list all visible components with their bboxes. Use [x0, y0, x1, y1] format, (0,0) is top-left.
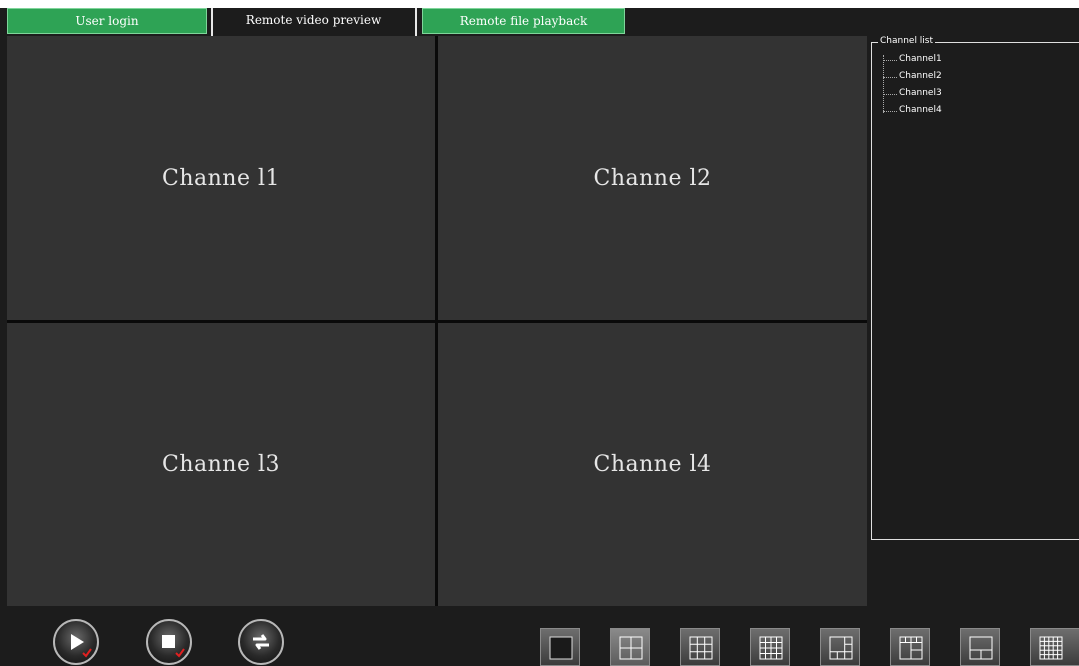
twentyfive-view-icon: [1039, 636, 1063, 660]
video-cell-channel1[interactable]: Channe l1: [7, 36, 435, 320]
six-view-icon: [829, 636, 853, 660]
switch-icon: [253, 634, 269, 650]
nine-view-icon: [689, 636, 713, 660]
channel-list-panel: Channel list Channel1 Channel2 Channel3 …: [871, 36, 1079, 540]
eight-view-icon: [899, 636, 923, 660]
stop-button[interactable]: [146, 619, 192, 665]
layout-1-button[interactable]: [540, 628, 580, 666]
video-cell-label: Channe l2: [593, 165, 712, 191]
layout-8-button[interactable]: [890, 628, 930, 666]
sixteen-view-icon: [759, 636, 783, 660]
tree-line: [883, 55, 884, 113]
tab-remote-video-preview[interactable]: Remote video preview: [215, 8, 412, 34]
video-cell-label: Channe l1: [161, 165, 280, 191]
layout-4-button[interactable]: [610, 628, 650, 666]
tab-bar: User login Remote video preview Remote f…: [0, 8, 1079, 36]
single-view-icon: [549, 636, 573, 660]
video-grid: Channe l1 Channe l2 Channe l3 Channe l4: [7, 36, 867, 606]
quad-view-icon: [619, 636, 643, 660]
play-icon: [71, 634, 92, 658]
tab-user-login[interactable]: User login: [7, 8, 207, 34]
channel-list-title: Channel list: [878, 36, 936, 46]
video-cell-channel4[interactable]: Channe l4: [438, 323, 867, 606]
channel-list-item-label: Channel2: [899, 71, 942, 81]
tab-divider: [211, 8, 213, 36]
layout-25-button[interactable]: [1030, 628, 1079, 666]
play-button[interactable]: [53, 619, 99, 665]
layout-3-button[interactable]: [960, 628, 1000, 666]
channel-list-item-label: Channel3: [899, 88, 942, 98]
video-cell-channel3[interactable]: Channe l3: [7, 323, 435, 606]
tab-remote-file-playback[interactable]: Remote file playback: [422, 8, 625, 34]
stop-icon: [162, 635, 185, 658]
tab-divider: [415, 8, 417, 36]
video-cell-channel2[interactable]: Channe l2: [438, 36, 867, 320]
layout-9-button[interactable]: [680, 628, 720, 666]
video-cell-label: Channe l4: [593, 452, 712, 477]
layout-16-button[interactable]: [750, 628, 790, 666]
layout-6-button[interactable]: [820, 628, 860, 666]
channel-list-item-label: Channel4: [899, 105, 942, 115]
switch-button[interactable]: [238, 619, 284, 665]
video-cell-label: Channe l3: [161, 452, 280, 477]
three-view-icon: [969, 636, 993, 660]
channel-list-item-label: Channel1: [899, 54, 942, 64]
